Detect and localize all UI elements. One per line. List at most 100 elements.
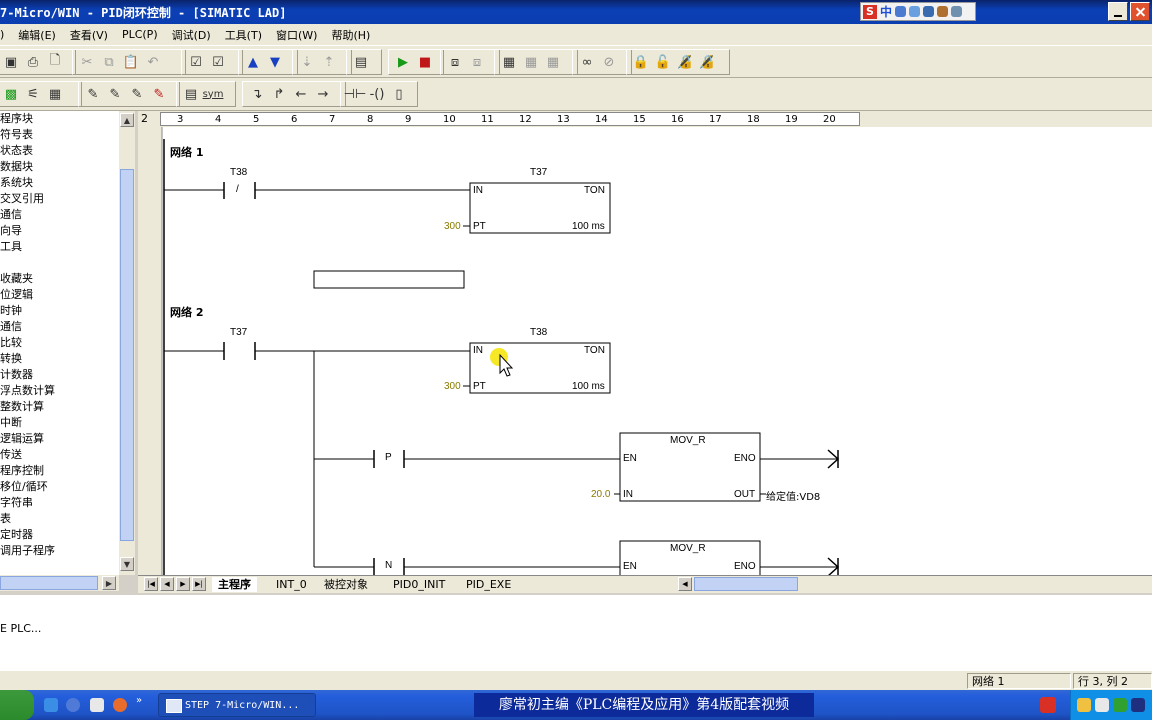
tab-pid0-init[interactable]: PID0_INIT	[387, 577, 451, 592]
lock-icon[interactable]: 🔒	[631, 52, 651, 72]
coil-icon[interactable]: -()	[367, 84, 387, 104]
tree-item[interactable]: 表	[0, 511, 119, 527]
options-icon[interactable]: ▤	[351, 52, 371, 72]
tree-item[interactable]: 收藏夹	[0, 271, 119, 287]
ladder-editor[interactable]: 网络 1 T38 / T37 IN TON PT 300 100 ms 网络 2…	[138, 127, 1152, 576]
n2-timer-name[interactable]: T38	[530, 327, 547, 338]
menu-view[interactable]: 查看(V)	[63, 27, 115, 43]
remove-bookmarks-icon[interactable]: ✎	[149, 84, 169, 104]
tree-item[interactable]: 中断	[0, 415, 119, 431]
compile-all-icon[interactable]: ☑	[208, 52, 228, 72]
tree-hscroll-thumb[interactable]	[0, 576, 98, 590]
sort-ascending-icon[interactable]: ⇣	[297, 52, 317, 72]
tree-item[interactable]: 程序块	[0, 111, 119, 127]
undo-icon[interactable]: ↶	[143, 52, 163, 72]
ie-icon[interactable]	[44, 698, 58, 712]
tab-controlled-object[interactable]: 被控对象	[318, 577, 374, 592]
print-icon[interactable]: ⎙	[23, 52, 43, 72]
tree-item[interactable]: 工具	[0, 239, 119, 255]
tree-item[interactable]: 定时器	[0, 527, 119, 543]
tree-item[interactable]: 交叉引用	[0, 191, 119, 207]
line-up-icon[interactable]: ↱	[269, 84, 289, 104]
tray-icon-2[interactable]	[1095, 698, 1109, 712]
tray-icon-1[interactable]	[1077, 698, 1091, 712]
floppy-icon[interactable]	[90, 698, 104, 712]
table-icon[interactable]: ▦	[45, 84, 65, 104]
close-button[interactable]	[1130, 2, 1150, 21]
tree-item[interactable]: 计数器	[0, 367, 119, 383]
paste-icon[interactable]: 📋	[121, 52, 141, 72]
first-tab-icon[interactable]: |◀	[144, 577, 158, 591]
tree-item[interactable]: 字符串	[0, 495, 119, 511]
tree-item[interactable]: 时钟	[0, 303, 119, 319]
tree-item[interactable]: 转换	[0, 351, 119, 367]
tree-item[interactable]: 状态表	[0, 143, 119, 159]
prev-bookmark-icon[interactable]: ✎	[127, 84, 147, 104]
menu-tools[interactable]: 工具(T)	[218, 27, 269, 43]
n2-pt-value[interactable]: 300	[444, 381, 461, 392]
tree-item[interactable]	[0, 255, 119, 271]
download-icon[interactable]: ▼	[265, 52, 285, 72]
pause-status-icon[interactable]: ⧈	[467, 52, 487, 72]
network-1-label[interactable]: 网络 1	[170, 144, 203, 160]
n1-timer-name[interactable]: T37	[530, 167, 547, 178]
tree-item[interactable]: 通信	[0, 319, 119, 335]
upload-icon[interactable]: ▲	[243, 52, 263, 72]
trend-icon[interactable]: 🔏	[697, 52, 717, 72]
save-icon[interactable]: ▣	[1, 52, 21, 72]
toggle-poU-icon[interactable]: ▩	[1, 84, 21, 104]
single-read-icon[interactable]: ▦	[521, 52, 541, 72]
tree-scroll-thumb[interactable]	[120, 169, 134, 541]
box-icon[interactable]: ▯	[389, 84, 409, 104]
program-status-icon[interactable]: ⧈	[445, 52, 465, 72]
unforce-icon[interactable]: ⊘	[599, 52, 619, 72]
tree-vertical-scrollbar[interactable]: ▲ ▼	[119, 111, 135, 575]
media-icon[interactable]	[113, 698, 127, 712]
contact-icon[interactable]: ⊣⊢	[344, 84, 367, 104]
mov1-out-value[interactable]: 给定值:VD8	[766, 488, 820, 503]
tree-item[interactable]: 程序控制	[0, 463, 119, 479]
run-icon[interactable]: ▶	[393, 52, 413, 72]
sym-toggle[interactable]: sym	[203, 84, 224, 104]
prev-tab-icon[interactable]: ◀	[160, 577, 174, 591]
mov1-in-value[interactable]: 20.0	[591, 489, 610, 500]
tree-item[interactable]: 浮点数计算	[0, 383, 119, 399]
tray-icon-4[interactable]	[1131, 698, 1145, 712]
read-all-forced-icon[interactable]: 🔏	[675, 52, 695, 72]
hscroll-left-icon[interactable]: ◀	[678, 577, 692, 591]
tree-item[interactable]: 位逻辑	[0, 287, 119, 303]
print-preview-icon[interactable]: 🗋	[45, 52, 65, 72]
bookmark-icon[interactable]: ✎	[83, 84, 103, 104]
tree-item[interactable]: 比较	[0, 335, 119, 351]
n1-contact-address[interactable]: T38	[230, 167, 247, 178]
minimize-button[interactable]	[1108, 2, 1128, 21]
editor-hscroll-thumb[interactable]	[694, 577, 798, 591]
tree-item[interactable]: 向导	[0, 223, 119, 239]
next-bookmark-icon[interactable]: ✎	[105, 84, 125, 104]
tab-main-program[interactable]: 主程序	[212, 577, 257, 592]
tree-item[interactable]: 数据块	[0, 159, 119, 175]
tray-icon-3[interactable]	[1113, 698, 1127, 712]
tab-int0[interactable]: INT_0	[270, 577, 313, 592]
menu-window[interactable]: 窗口(W)	[269, 27, 324, 43]
menu-debug[interactable]: 调试(D)	[165, 27, 218, 43]
menu-plc[interactable]: PLC(P)	[115, 28, 165, 41]
symbol-table-icon[interactable]: ▤	[181, 84, 201, 104]
menu-help[interactable]: 帮助(H)	[324, 27, 377, 43]
scroll-down-icon[interactable]: ▼	[120, 557, 134, 571]
mail-icon[interactable]	[66, 698, 80, 712]
stop-icon[interactable]: ■	[415, 52, 435, 72]
line-left-icon[interactable]: ←	[291, 84, 311, 104]
chart-status-icon[interactable]: ▦	[499, 52, 519, 72]
network-icon[interactable]: ⚟	[23, 84, 43, 104]
n1-pt-value[interactable]: 300	[444, 221, 461, 232]
tree-horizontal-scrollbar[interactable]: ▶	[0, 575, 119, 591]
tree-item[interactable]: 调用子程序	[0, 543, 119, 559]
scroll-up-icon[interactable]: ▲	[120, 113, 134, 127]
last-tab-icon[interactable]: ▶|	[192, 577, 206, 591]
chevron-right-icon[interactable]: »	[136, 695, 142, 706]
unlock-icon[interactable]: 🔓	[653, 52, 673, 72]
tab-pid-exe[interactable]: PID_EXE	[460, 577, 517, 592]
tree-item[interactable]: 逻辑运算	[0, 431, 119, 447]
scroll-right-icon[interactable]: ▶	[102, 576, 116, 590]
